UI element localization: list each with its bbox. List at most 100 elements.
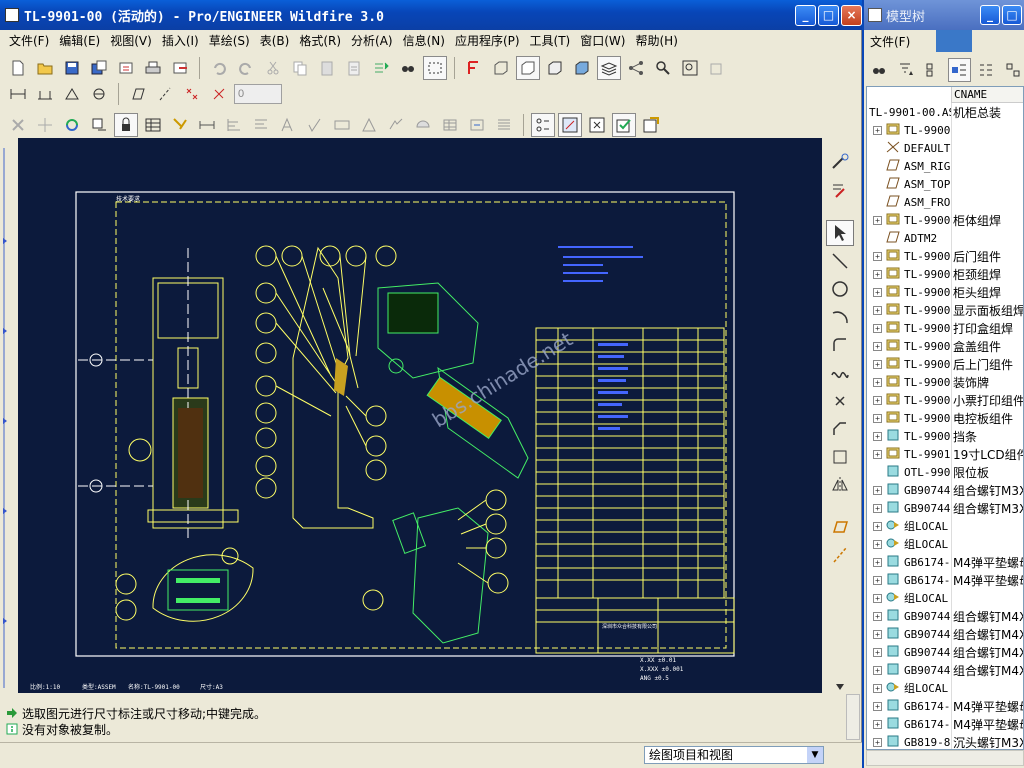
selection-filter-dropdown[interactable]: 绘图项目和视图 ▼ <box>644 746 824 764</box>
show-sketch-icon[interactable] <box>826 150 854 176</box>
sketch-style-icon[interactable] <box>826 178 854 204</box>
csys-icon[interactable] <box>207 82 231 106</box>
arc-tool-icon[interactable] <box>826 304 854 330</box>
repaint-icon[interactable] <box>705 56 729 80</box>
tree-row[interactable]: + TL-9900 后上门组件 <box>867 355 1023 373</box>
move-icon[interactable] <box>33 113 57 137</box>
mirror-tool-icon[interactable] <box>826 472 854 498</box>
tree-row[interactable]: ASM_FRO <box>867 193 1023 211</box>
tree-row[interactable]: + 组LOCAL <box>867 589 1023 607</box>
tree-horizontal-scrollbar[interactable] <box>866 750 1024 766</box>
hidden-line-icon[interactable] <box>516 56 540 80</box>
menu-help[interactable]: 帮助(H) <box>630 32 682 49</box>
tree-columns-icon[interactable] <box>921 58 944 82</box>
print-icon[interactable] <box>141 56 165 80</box>
layers-icon[interactable] <box>597 56 621 80</box>
redo-icon[interactable] <box>234 56 258 80</box>
tree-root-row[interactable]: TL-9901-00.ASM 机柜总装 <box>867 103 1023 121</box>
dim-icon[interactable] <box>195 113 219 137</box>
expand-toggle[interactable]: + <box>873 737 882 747</box>
tree-row[interactable]: + 组LOCAL <box>867 535 1023 553</box>
datum-display-icon[interactable] <box>462 56 486 80</box>
tree-maximize-button[interactable]: □ <box>1002 5 1022 25</box>
minimize-button[interactable]: _ <box>795 5 816 26</box>
ordinate-icon[interactable] <box>60 82 84 106</box>
expand-toggle[interactable]: + <box>873 215 882 225</box>
print-setup-icon[interactable] <box>114 56 138 80</box>
delete-icon[interactable] <box>6 113 30 137</box>
show-annotations-icon[interactable] <box>168 113 192 137</box>
tree-row[interactable]: + GB90744组合螺钉M4X8 <box>867 661 1023 679</box>
datum-icon[interactable] <box>357 113 381 137</box>
expand-toggle[interactable]: + <box>873 485 882 495</box>
tree-row[interactable]: + TL-9900 柜体组焊 <box>867 211 1023 229</box>
column-header-cname[interactable]: CNAME <box>951 87 1023 103</box>
menu-edit[interactable]: 编辑(E) <box>54 32 105 49</box>
tree-row[interactable]: + GB90744组合螺钉M4X8 <box>867 625 1023 643</box>
tree-row[interactable]: DEFAULT <box>867 139 1023 157</box>
chamfer-tool-icon[interactable] <box>826 416 854 442</box>
tree-row[interactable]: + TL-9900 装饰牌 <box>867 373 1023 391</box>
maximize-button[interactable]: □ <box>818 5 839 26</box>
tree-row[interactable]: + TL-9900 电控板组件 <box>867 409 1023 427</box>
expand-toggle[interactable]: + <box>873 359 882 369</box>
check-drawing-icon[interactable] <box>612 113 636 137</box>
model-tree-icon[interactable] <box>624 56 648 80</box>
menu-view[interactable]: 视图(V) <box>105 32 157 49</box>
balloon-icon[interactable] <box>411 113 435 137</box>
point-icon[interactable] <box>180 82 204 106</box>
select-pointer-icon[interactable] <box>826 220 854 246</box>
save-copy-icon[interactable] <box>87 56 111 80</box>
expand-toggle[interactable]: + <box>873 395 882 405</box>
expand-toggle[interactable]: + <box>873 593 882 603</box>
expand-toggle[interactable]: + <box>873 305 882 315</box>
hatch-icon[interactable] <box>438 113 462 137</box>
expand-toggle[interactable]: + <box>873 323 882 333</box>
dimension-icon[interactable] <box>6 82 30 106</box>
expand-toggle[interactable]: + <box>873 521 882 531</box>
expand-toggle[interactable]: + <box>873 557 882 567</box>
drawing-tools-icon[interactable] <box>639 113 663 137</box>
tree-row[interactable]: + GB90744组合螺钉M3X4 <box>867 481 1023 499</box>
circle-tool-icon[interactable] <box>826 276 854 302</box>
expand-toggle[interactable]: + <box>873 251 882 261</box>
tree-row[interactable]: + TL-9901 19寸LCD组件 <box>867 445 1023 463</box>
update-table-icon[interactable] <box>465 113 489 137</box>
tree-row[interactable]: + TL-9900 后门组件 <box>867 247 1023 265</box>
close-button[interactable]: × <box>841 5 862 26</box>
expand-toggle[interactable]: + <box>873 539 882 549</box>
model-tree-list[interactable]: CNAME TL-9901-00.ASM 机柜总装 + TL-9900 DEFAUL… <box>866 86 1024 750</box>
menu-applications[interactable]: 应用程序(P) <box>450 32 525 49</box>
tree-menu-file[interactable]: 文件(F) <box>870 33 910 50</box>
text-style-icon[interactable] <box>276 113 300 137</box>
fillet-tool-icon[interactable] <box>826 332 854 358</box>
expand-toggle[interactable]: + <box>873 503 882 513</box>
paste-special-icon[interactable] <box>342 56 366 80</box>
drawing-options-icon[interactable] <box>558 113 582 137</box>
tree-row[interactable]: + 组LOCAL <box>867 679 1023 697</box>
surface-finish-icon[interactable] <box>303 113 327 137</box>
tree-settings-icon[interactable] <box>948 58 971 82</box>
tree-row[interactable]: + GB6174- M4弹平垫螺母 <box>867 571 1023 589</box>
open-folder-icon[interactable] <box>33 56 57 80</box>
expand-toggle[interactable]: + <box>873 449 882 459</box>
copy-icon[interactable] <box>288 56 312 80</box>
tree-row[interactable]: + TL-9900 柜颈组焊 <box>867 265 1023 283</box>
wireframe-icon[interactable] <box>489 56 513 80</box>
plane-icon[interactable] <box>126 82 150 106</box>
chevron-down-icon[interactable]: ▼ <box>807 747 823 763</box>
zoom-in-icon[interactable] <box>651 56 675 80</box>
expand-toggle[interactable]: + <box>873 413 882 423</box>
expand-toggle[interactable]: + <box>873 719 882 729</box>
menu-window[interactable]: 窗口(W) <box>575 32 630 49</box>
tree-row[interactable]: + GB6174- M4弹平垫螺母 <box>867 553 1023 571</box>
close-view-icon[interactable] <box>585 113 609 137</box>
expand-toggle[interactable]: + <box>873 125 882 135</box>
datum-target-icon[interactable] <box>87 82 111 106</box>
menu-sketch[interactable]: 草绘(S) <box>204 32 255 49</box>
tree-row[interactable]: OTL-990 限位板 <box>867 463 1023 481</box>
spline-tool-icon[interactable] <box>826 360 854 386</box>
geometric-tolerance-icon[interactable] <box>330 113 354 137</box>
expand-toggle[interactable]: + <box>873 341 882 351</box>
find-icon[interactable] <box>868 58 891 82</box>
